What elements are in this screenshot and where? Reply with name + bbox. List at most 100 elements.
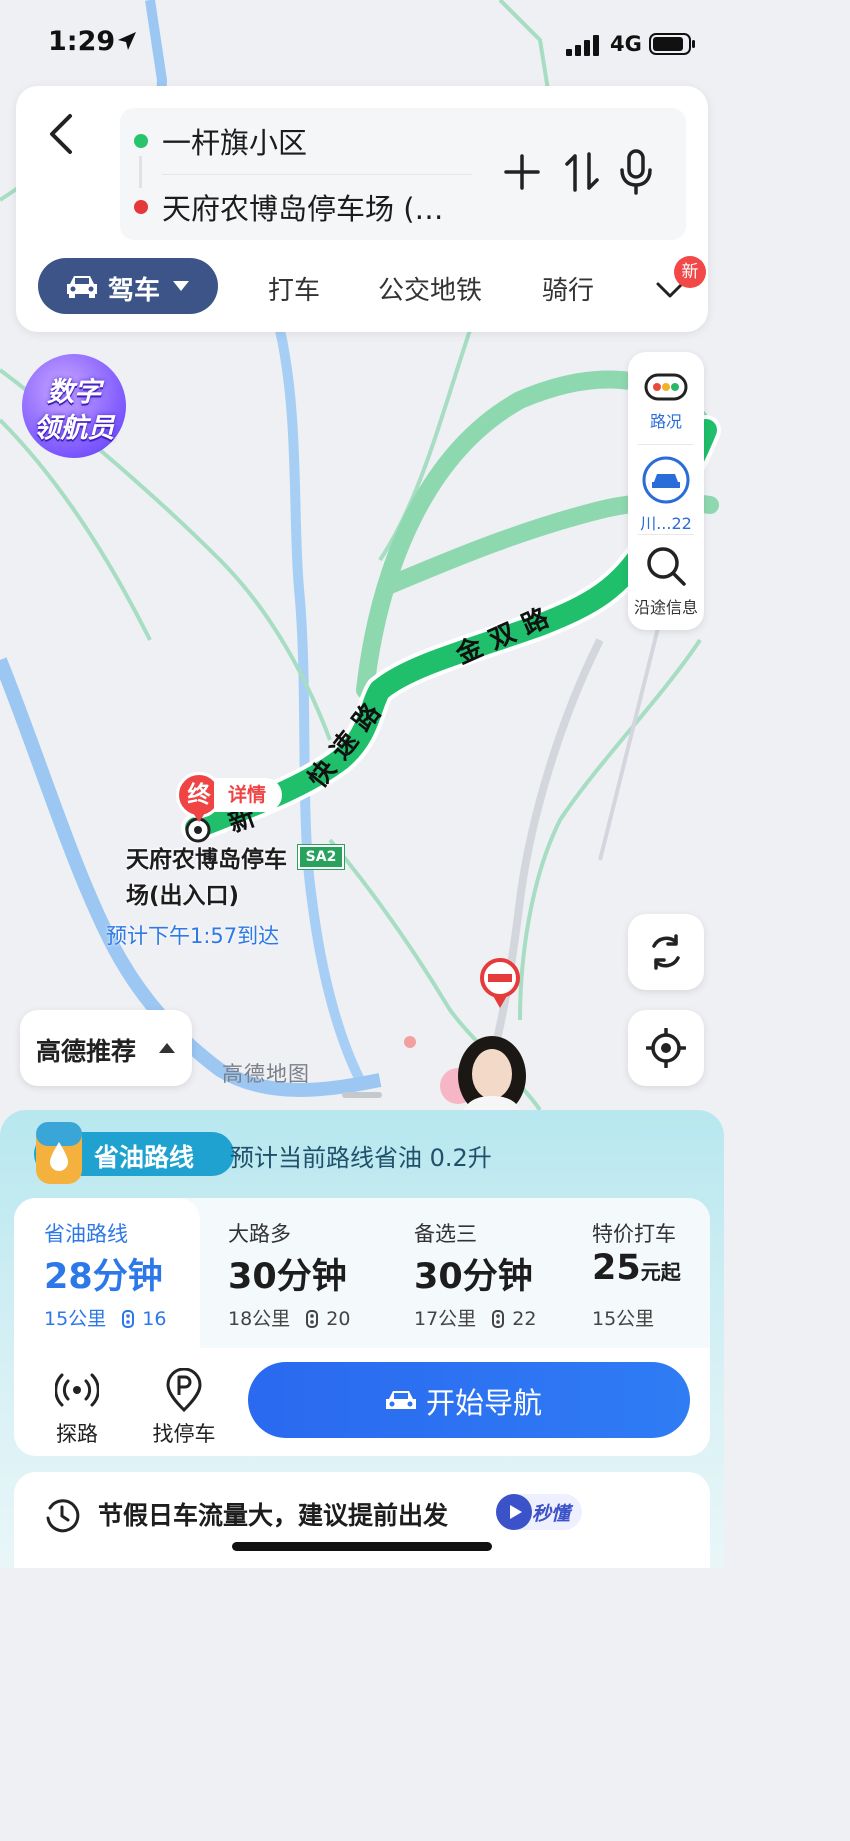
recommend-button[interactable]: 高德推荐 — [20, 1010, 192, 1086]
find-parking-button[interactable]: 找停车 — [148, 1368, 220, 1448]
explore-label: 探路 — [56, 1422, 98, 1446]
explain-label: 秒懂 — [532, 1503, 571, 1525]
origin-dot-icon — [134, 134, 148, 148]
car-icon — [386, 1391, 416, 1409]
route-option-distance: 17公里 — [414, 1308, 477, 1330]
explain-button[interactable]: 秒懂 — [496, 1494, 582, 1530]
caret-down-icon — [173, 281, 189, 291]
tab-taxi[interactable]: 打车 — [268, 270, 320, 307]
fuel-saving-description: 预计当前路线省油 0.2升 — [230, 1144, 492, 1172]
route-option-distance: 15公里 — [44, 1308, 107, 1330]
taxi-offer-price-row: 25元起 — [592, 1248, 681, 1288]
radar-icon — [55, 1373, 99, 1407]
status-bar: 1:29 4G — [0, 0, 724, 84]
drag-handle[interactable] — [342, 1092, 382, 1098]
route-sheet: 省油路线 预计当前路线省油 0.2升 省油路线 28分钟 15公里 16 大路多 — [0, 1092, 724, 1568]
route-option-lights: 20 — [326, 1308, 351, 1330]
details-button[interactable]: 详情 — [214, 778, 282, 812]
recommend-label: 高德推荐 — [36, 1037, 137, 1066]
car-plate-icon — [642, 456, 690, 504]
route-option-3[interactable]: 备选三 30分钟 17公里 22 — [386, 1198, 572, 1348]
eta-label: 预计下午1:57到达 — [106, 924, 280, 948]
route-option-1[interactable]: 省油路线 28分钟 15公里 16 — [14, 1198, 200, 1348]
clock-icon — [46, 1499, 80, 1533]
car-icon — [67, 276, 97, 298]
explore-button[interactable]: 探路 — [42, 1368, 112, 1448]
back-icon[interactable] — [44, 110, 80, 158]
swap-icon[interactable] — [564, 150, 600, 194]
route-option-name: 省油路线 — [44, 1222, 128, 1246]
travel-tip-text: 节假日车流量大，建议提前出发 — [98, 1501, 449, 1530]
play-icon — [496, 1494, 532, 1530]
route-option-2[interactable]: 大路多 30分钟 18公里 20 — [200, 1198, 386, 1348]
destination-dot-icon — [134, 200, 148, 214]
travel-tip: 节假日车流量大，建议提前出发 秒懂 — [14, 1472, 710, 1568]
divider — [162, 174, 472, 175]
signal-icon — [566, 35, 599, 56]
voice-avatar-icon[interactable] — [438, 1024, 534, 1120]
route-endpoints: 一杆旗小区 天府农博岛停车场 (… — [120, 108, 686, 240]
status-time: 1:29 — [48, 26, 116, 57]
route-option-time: 30分钟 — [228, 1257, 347, 1297]
route-option-meta: 18公里 20 — [228, 1304, 350, 1331]
destination-field[interactable]: 天府农博岛停车场 (… — [162, 186, 472, 228]
route-options: 省油路线 28分钟 15公里 16 大路多 30分钟 18公里 20 备选三 3… — [14, 1198, 710, 1456]
microphone-icon[interactable] — [618, 148, 654, 196]
route-option-meta: 15公里 16 — [44, 1304, 166, 1331]
traffic-light-count-icon — [306, 1310, 319, 1328]
traffic-label: 路况 — [649, 412, 682, 431]
along-route-button[interactable]: 沿途信息 — [628, 544, 704, 618]
new-badge: 新 — [674, 256, 706, 288]
tab-drive[interactable]: 驾车 — [38, 258, 218, 314]
location-arrow-icon — [118, 32, 136, 50]
map-watermark: 高德地图 — [222, 1062, 310, 1086]
search-icon — [647, 547, 686, 586]
route-option-name: 备选三 — [414, 1222, 477, 1246]
start-navigation-button[interactable]: 开始导航 — [248, 1362, 690, 1438]
map-tools-panel: 路况 川...22 沿途信息 — [628, 352, 704, 630]
taxi-offer-price: 25 — [592, 1248, 641, 1288]
route-search-card: 一杆旗小区 天府农博岛停车场 (… 驾车 打车 公交地铁 骑行 新 — [16, 86, 708, 332]
network-type: 4G — [610, 32, 642, 56]
tab-drive-label: 驾车 — [108, 276, 161, 306]
plate-button[interactable]: 川...22 — [628, 456, 704, 534]
parking-icon — [166, 1368, 202, 1412]
locate-button[interactable] — [628, 1010, 704, 1086]
route-option-lights: 16 — [142, 1308, 167, 1330]
plate-label: 川...22 — [640, 514, 692, 533]
route-option-name: 大路多 — [228, 1222, 291, 1246]
route-option-distance: 18公里 — [228, 1308, 291, 1330]
home-indicator[interactable] — [232, 1542, 492, 1551]
refresh-button[interactable] — [628, 914, 704, 990]
route-option-lights: 22 — [512, 1308, 537, 1330]
traffic-button[interactable]: 路况 — [628, 372, 704, 432]
traffic-light-icon — [644, 373, 688, 401]
origin-field[interactable]: 一杆旗小区 — [162, 120, 472, 162]
along-route-label: 沿途信息 — [633, 598, 698, 617]
destination-name-label: 天府农博岛停车场(出入口) — [126, 847, 287, 909]
refresh-icon — [652, 934, 680, 970]
fuel-saving-badge-label: 省油路线 — [94, 1143, 195, 1172]
add-waypoint-icon[interactable] — [502, 152, 542, 192]
start-navigation-label: 开始导航 — [426, 1386, 543, 1420]
traffic-light-count-icon — [122, 1310, 135, 1328]
route-option-time: 28分钟 — [44, 1257, 163, 1297]
tab-transit[interactable]: 公交地铁 — [378, 270, 482, 307]
crosshair-icon — [646, 1028, 686, 1068]
destination-marker[interactable]: 终 详情 — [176, 772, 282, 822]
traffic-light-count-icon — [492, 1310, 505, 1328]
highway-shield: SA2 — [297, 844, 345, 870]
taxi-offer[interactable]: 特价打车 25元起 15公里 — [572, 1198, 710, 1348]
digital-navigator-line2: 领航员 — [33, 413, 115, 444]
taxi-offer-unit: 元起 — [640, 1260, 681, 1284]
route-option-time: 30分钟 — [414, 1257, 533, 1297]
find-parking-label: 找停车 — [152, 1422, 216, 1446]
taxi-offer-distance: 15公里 — [592, 1308, 655, 1330]
digital-navigator-line1: 数字 — [47, 377, 101, 408]
battery-icon — [649, 33, 695, 55]
tab-bike[interactable]: 骑行 — [542, 270, 594, 307]
travel-mode-tabs: 驾车 打车 公交地铁 骑行 新 — [38, 256, 706, 316]
fuel-saving-banner: 省油路线 预计当前路线省油 0.2升 — [20, 1122, 700, 1184]
taxi-offer-name: 特价打车 — [592, 1222, 676, 1246]
digital-navigator-button[interactable]: 数字 领航员 — [22, 354, 126, 458]
